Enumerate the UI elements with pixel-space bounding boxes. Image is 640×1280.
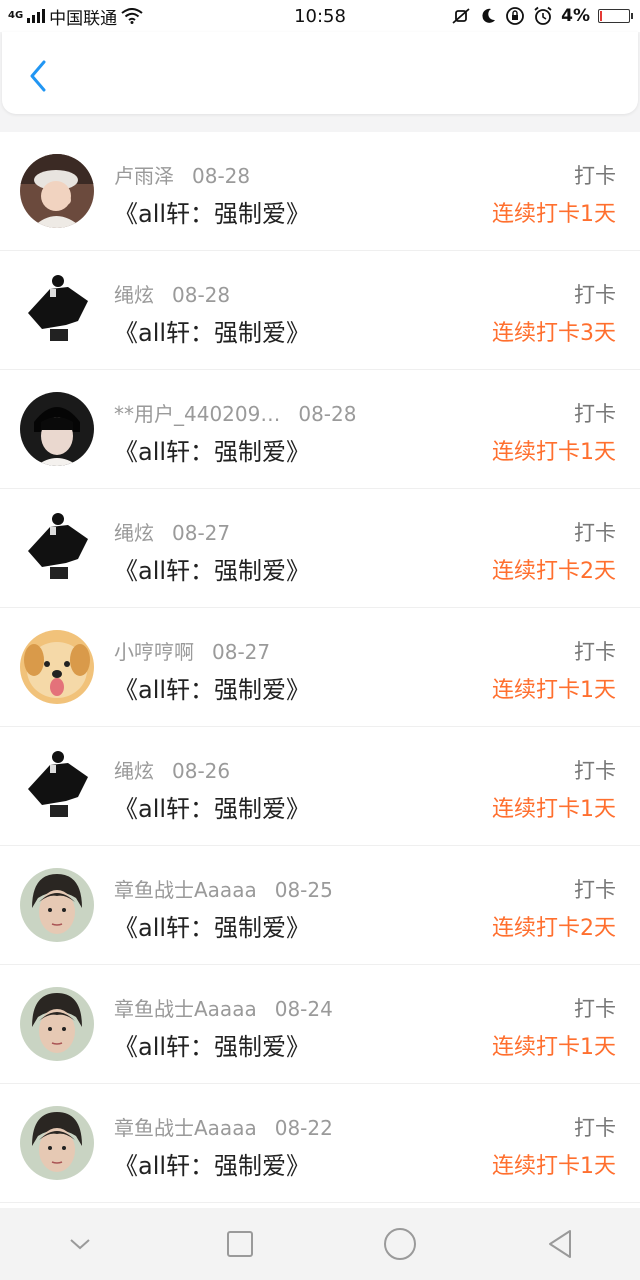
book-title: 《all轩：强制爱》	[114, 557, 311, 585]
entry-meta: 小哼哼啊 08-27	[114, 636, 270, 665]
checkin-label: 打卡	[574, 164, 616, 188]
entry-meta: 绳炫 08-28	[114, 279, 230, 308]
avatar[interactable]	[20, 987, 94, 1061]
carrier-name: 中国联通	[49, 8, 118, 29]
entry-meta: 章鱼战士Aaaaa 08-25	[114, 874, 333, 903]
streak-label: 连续打卡2天	[492, 559, 616, 584]
mute-icon	[452, 8, 470, 24]
avatar[interactable]	[20, 511, 94, 585]
header	[2, 32, 638, 114]
streak-label: 连续打卡1天	[492, 678, 616, 703]
checkin-date: 08-27	[172, 521, 231, 545]
battery-percent: 4%	[561, 6, 590, 26]
checkin-label: 打卡	[574, 878, 616, 902]
list-item[interactable]: 绳炫 08-27 《all轩：强制爱》 打卡连续打卡2天	[0, 489, 640, 608]
username: 章鱼战士Aaaaa	[114, 878, 257, 902]
recents-square-icon	[227, 1231, 253, 1257]
checkin-label: 打卡	[574, 997, 616, 1021]
checkin-label: 打卡	[574, 759, 616, 783]
back-button[interactable]	[18, 56, 58, 96]
checkin-label: 打卡	[574, 640, 616, 664]
list-item[interactable]: 小哼哼啊 08-27 《all轩：强制爱》 打卡连续打卡1天	[0, 608, 640, 727]
avatar[interactable]	[20, 154, 94, 228]
checkin-label: 打卡	[574, 521, 616, 545]
network-type: 4G	[8, 10, 24, 21]
avatar[interactable]	[20, 392, 94, 466]
username: **用户_440209…	[114, 402, 281, 426]
moon-icon	[482, 8, 496, 23]
list-item[interactable]: **用户_440209… 08-28 《all轩：强制爱》 打卡连续打卡1天	[0, 370, 640, 489]
entry-meta: **用户_440209… 08-28	[114, 398, 356, 427]
avatar[interactable]	[20, 749, 94, 823]
checkin-date: 08-22	[274, 1116, 333, 1140]
streak-label: 连续打卡1天	[492, 797, 616, 822]
streak-label: 连续打卡3天	[492, 321, 616, 346]
wifi-icon	[121, 8, 143, 24]
checkin-date: 08-26	[172, 759, 231, 783]
username: 卢雨泽	[114, 164, 174, 188]
book-title: 《all轩：强制爱》	[114, 319, 311, 347]
status-right: 4%	[451, 6, 640, 26]
list-item[interactable]: 绳炫 08-26 《all轩：强制爱》 打卡连续打卡1天	[0, 727, 640, 846]
home-circle-icon	[384, 1228, 416, 1260]
username: 绳炫	[114, 521, 154, 545]
battery-level	[600, 11, 602, 21]
book-title: 《all轩：强制爱》	[114, 795, 311, 823]
nav-collapse-button[interactable]	[50, 1214, 110, 1274]
checkin-date: 08-24	[274, 997, 333, 1021]
username: 绳炫	[114, 283, 154, 307]
book-title: 《all轩：强制爱》	[114, 914, 311, 942]
chevron-down-icon	[70, 1239, 90, 1250]
checkin-label: 打卡	[574, 283, 616, 307]
avatar[interactable]	[20, 1106, 94, 1180]
avatar[interactable]	[20, 273, 94, 347]
streak-label: 连续打卡1天	[492, 1035, 616, 1060]
entry-meta: 绳炫 08-27	[114, 517, 230, 546]
checkin-list: 卢雨泽 08-28 《all轩：强制爱》 打卡 连续打卡1天 绳炫 08-28 《all轩：强…	[0, 132, 640, 1208]
signal-bars-icon	[27, 9, 46, 23]
book-title: 《all轩：强制爱》	[114, 438, 311, 466]
streak-label: 连续打卡2天	[492, 916, 616, 941]
username: 绳炫	[114, 759, 154, 783]
streak-label: 连续打卡1天	[492, 440, 616, 465]
battery-icon	[598, 9, 633, 23]
book-title: 《all轩：强制爱》	[114, 1033, 311, 1061]
username: 章鱼战士Aaaaa	[114, 1116, 257, 1140]
list-item[interactable]: 绳炫 08-28 《all轩：强制爱》 打卡连续打卡3天	[0, 251, 640, 370]
system-nav-bar	[0, 1208, 640, 1280]
book-title: 《all轩：强制爱》	[114, 1152, 311, 1180]
nav-back-button[interactable]	[530, 1214, 590, 1274]
username: 章鱼战士Aaaaa	[114, 997, 257, 1021]
list-item[interactable]: 章鱼战士Aaaaa 08-25 《all轩：强制爱》 打卡连续打卡2天	[0, 846, 640, 965]
nav-recents-button[interactable]	[210, 1214, 270, 1274]
list-item[interactable]: 卢雨泽 08-28 《all轩：强制爱》 打卡连续打卡1天	[0, 132, 640, 251]
lock-rotation-icon	[506, 7, 525, 25]
streak-label: 连续打卡1天	[492, 202, 616, 227]
entry-meta: 章鱼战士Aaaaa 08-22	[114, 1112, 333, 1141]
avatar[interactable]	[20, 630, 94, 704]
entry-meta: 绳炫 08-26	[114, 755, 230, 784]
checkin-date: 08-27	[212, 640, 271, 664]
entry-meta: 卢雨泽 08-28	[114, 160, 250, 189]
back-arrow-icon	[30, 60, 46, 92]
checkin-date: 08-28	[172, 283, 231, 307]
entry-meta: 章鱼战士Aaaaa 08-24	[114, 993, 333, 1022]
alarm-icon	[534, 6, 552, 25]
checkin-label: 打卡	[574, 1116, 616, 1140]
back-triangle-icon	[549, 1230, 571, 1258]
checkin-date: 08-28	[298, 402, 357, 426]
checkin-date: 08-25	[274, 878, 333, 902]
avatar[interactable]	[20, 868, 94, 942]
checkin-date: 08-28	[192, 164, 251, 188]
book-title: 《all轩：强制爱》	[114, 676, 311, 704]
nav-home-button[interactable]	[370, 1214, 430, 1274]
checkin-label: 打卡	[574, 402, 616, 426]
list-item[interactable]: 章鱼战士Aaaaa 08-24 《all轩：强制爱》 打卡连续打卡1天	[0, 965, 640, 1084]
status-bar: 4G 中国联通 10:58 4%	[0, 0, 640, 32]
list-item[interactable]: 章鱼战士Aaaaa 08-22 《all轩：强制爱》 打卡连续打卡1天	[0, 1084, 640, 1203]
book-title: 《all轩：强制爱》	[114, 200, 311, 228]
status-left: 4G 中国联通	[0, 4, 143, 29]
username: 小哼哼啊	[114, 640, 194, 664]
streak-label: 连续打卡1天	[492, 1154, 616, 1179]
